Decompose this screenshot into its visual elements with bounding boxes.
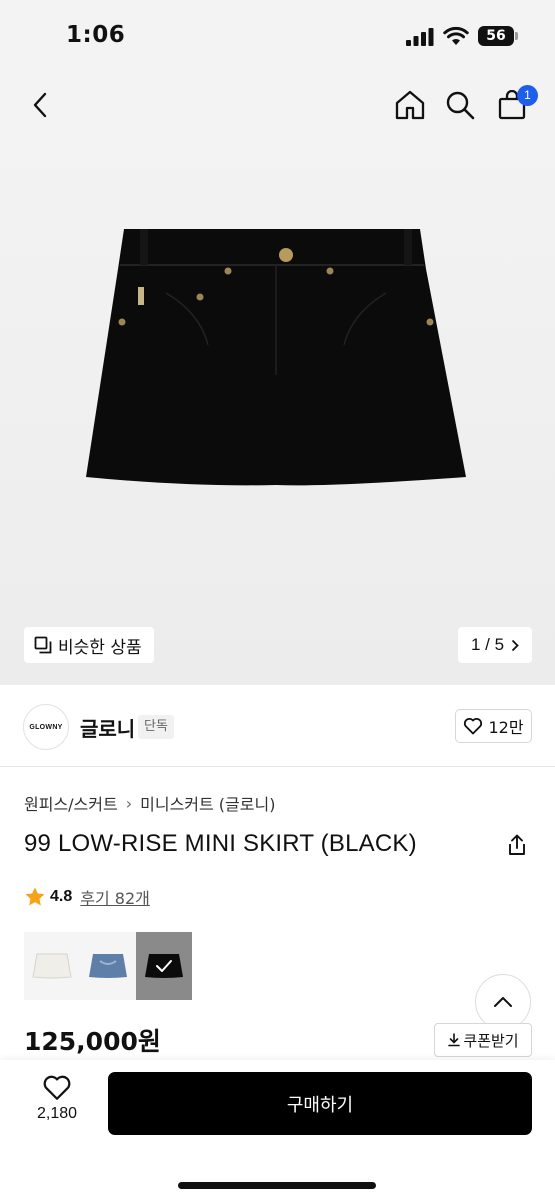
breadcrumb-category[interactable]: 원피스/스커트 [24, 791, 118, 815]
skirt-thumbnail-denim [89, 954, 127, 978]
chevron-right-icon [511, 639, 519, 651]
brand-logo[interactable]: GLOWNY [23, 704, 69, 750]
buy-button[interactable]: 구매하기 [108, 1072, 532, 1135]
download-icon [448, 1033, 461, 1047]
status-time: 1:06 [66, 22, 126, 48]
brand-name[interactable]: 글로니 [80, 713, 135, 742]
chevron-up-icon [494, 997, 512, 1007]
brand-row: GLOWNY 글로니 단독 12만 [0, 685, 555, 767]
product-price: 125,000원 [24, 1027, 161, 1056]
bottom-action-bar: 2,180 구매하기 [0, 1060, 555, 1200]
brand-like-button[interactable]: 12만 [455, 709, 532, 743]
home-icon [395, 90, 425, 120]
home-indicator [178, 1182, 376, 1189]
wifi-icon [443, 26, 469, 45]
share-icon [509, 834, 525, 855]
color-option-denim[interactable] [80, 932, 136, 1000]
share-button[interactable] [502, 830, 532, 860]
color-option-black[interactable] [136, 932, 192, 1000]
color-options [24, 932, 192, 1000]
back-button[interactable] [18, 83, 62, 127]
checkmark-icon [156, 960, 172, 972]
brand-like-count: 12만 [488, 718, 524, 737]
star-icon [25, 887, 45, 906]
breadcrumb: 원피스/스커트 › 미니스커트 (글로니) [24, 791, 275, 815]
chevron-right-icon: › [125, 793, 133, 813]
product-title: 99 LOW-RISE MINI SKIRT (BLACK) [24, 830, 417, 857]
battery-icon: 56 [478, 26, 518, 46]
search-button[interactable] [438, 83, 482, 127]
cart-button[interactable]: 1 [490, 83, 538, 127]
heart-icon [464, 718, 483, 735]
similar-products-button[interactable]: 비슷한 상품 [24, 627, 154, 663]
wishlist-count: 2,180 [36, 1105, 78, 1122]
home-button[interactable] [388, 83, 432, 127]
coupon-label: 쿠폰받기 [463, 1031, 519, 1050]
product-gallery[interactable]: 비슷한 상품 1 / 5 [0, 135, 555, 685]
skirt-thumbnail-white [32, 953, 72, 979]
pager-text: 1 / 5 [470, 635, 505, 654]
review-count-link[interactable]: 후기 82개 [80, 885, 150, 909]
heart-icon [43, 1075, 71, 1100]
similar-products-label: 비슷한 상품 [58, 637, 142, 658]
top-nav: 1 [0, 75, 555, 135]
rating-value: 4.8 [50, 888, 73, 905]
exclusive-badge: 단독 [138, 715, 174, 739]
color-option-white[interactable] [24, 932, 80, 1000]
signal-icon [406, 28, 434, 46]
scroll-to-top-button[interactable] [475, 974, 531, 1030]
battery-level: 56 [478, 26, 514, 46]
image-pager[interactable]: 1 / 5 [458, 627, 532, 663]
status-bar: 1:06 56 [0, 0, 555, 75]
cart-count-badge: 1 [517, 85, 538, 106]
similar-items-icon [34, 636, 52, 654]
wishlist-button[interactable]: 2,180 [28, 1074, 86, 1134]
coupon-button[interactable]: 쿠폰받기 [434, 1023, 532, 1057]
product-image-skirt[interactable] [80, 225, 472, 489]
breadcrumb-subcategory[interactable]: 미니스커트 (글로니) [140, 791, 275, 815]
rating-row: 4.8 후기 82개 [24, 884, 150, 910]
back-arrow-icon [33, 92, 47, 118]
search-icon [446, 91, 475, 120]
